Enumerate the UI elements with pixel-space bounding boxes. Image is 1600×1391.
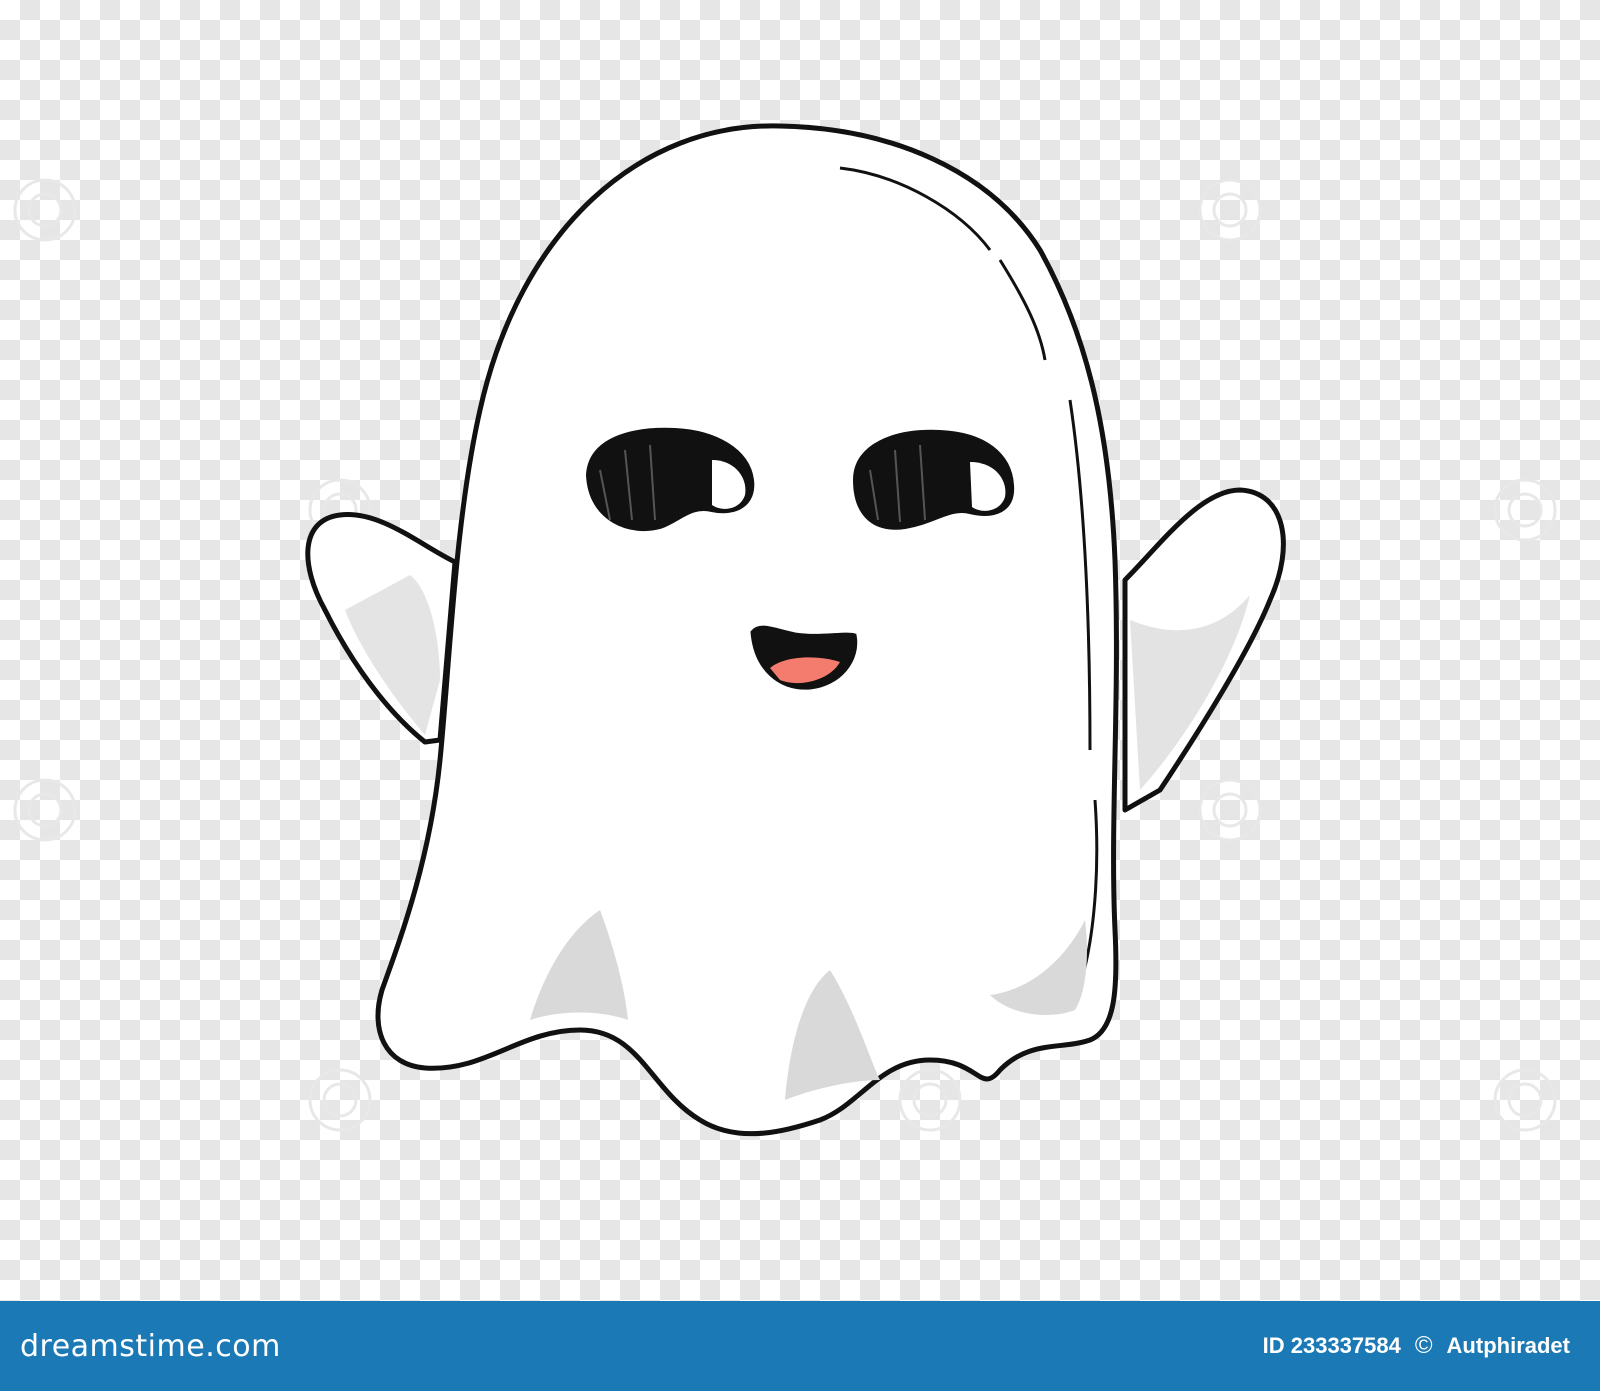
watermark-footer-bar: dreamstime.com ID 233337584 © Autphirade… (0, 1301, 1600, 1391)
image-id-label: ID 233337584 (1262, 1333, 1401, 1358)
ghost-right-eye (852, 429, 1015, 530)
image-credit: ID 233337584 © Autphiradet (1263, 1332, 1570, 1360)
author-name[interactable]: Autphiradet (1447, 1333, 1570, 1359)
ghost-illustration (13, 123, 1557, 1137)
ghost-body (375, 123, 1119, 1137)
brand-wordmark[interactable]: dreamstime.com (20, 1329, 281, 1364)
copyright-symbol: © (1414, 1332, 1433, 1359)
stock-image-page: dreamstime.com ID 233337584 © Autphirade… (0, 0, 1600, 1391)
